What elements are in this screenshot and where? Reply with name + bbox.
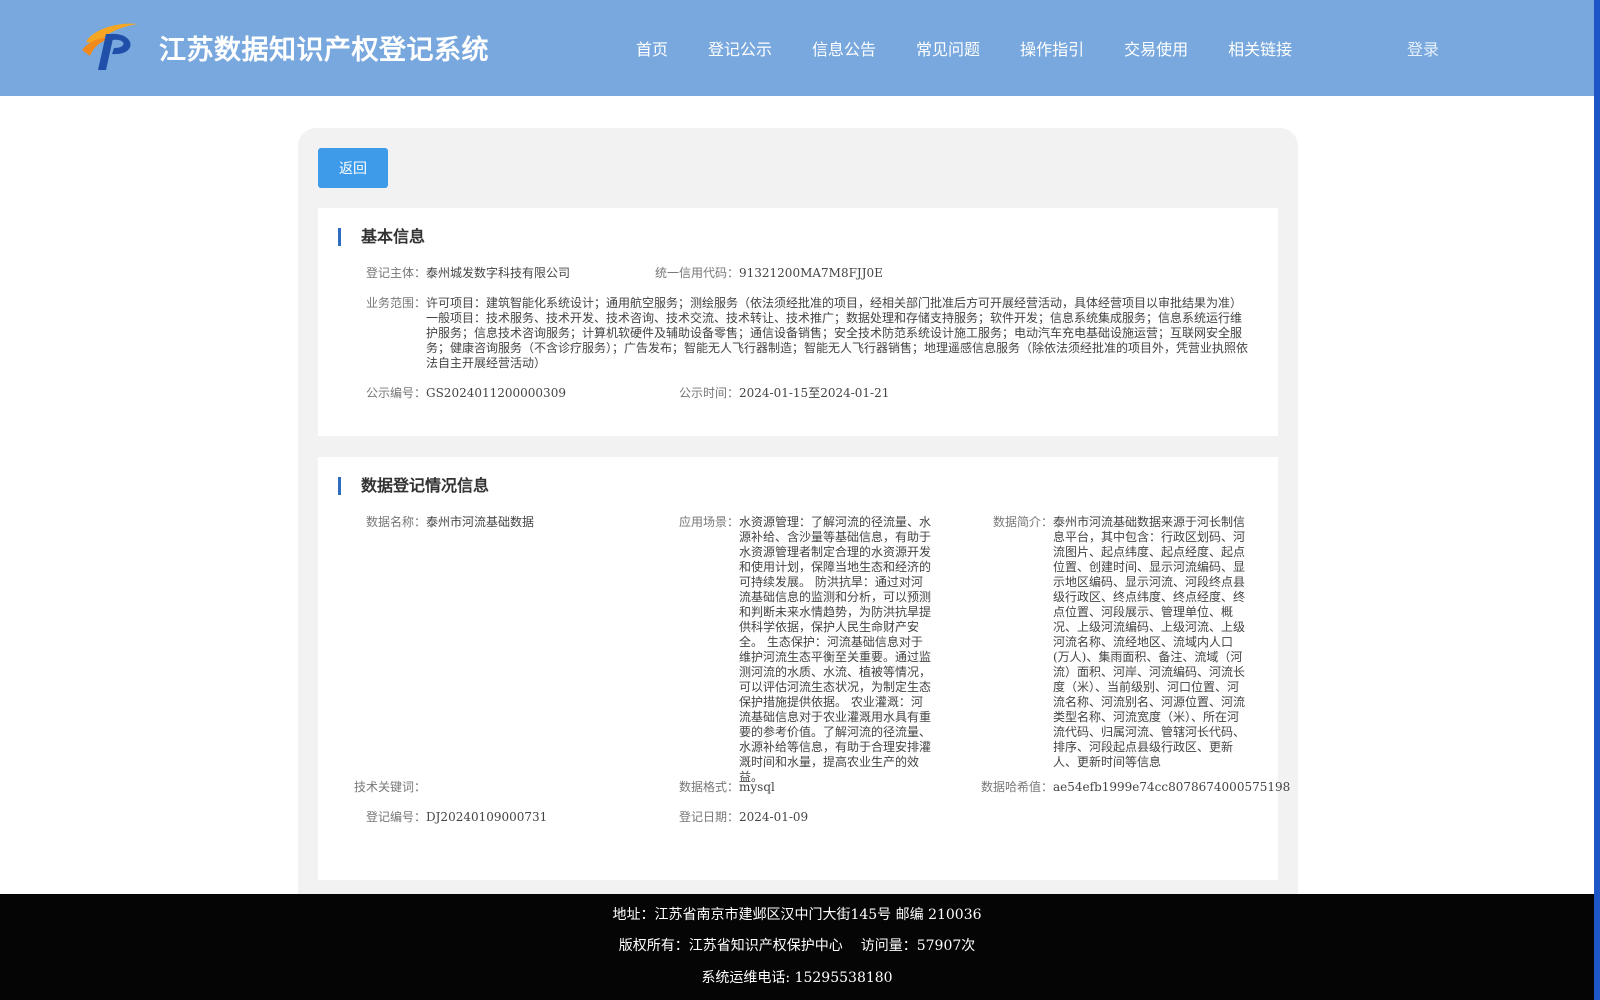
field-label: 公示编号： (365, 386, 426, 400)
site-header: 江苏数据知识产权登记系统 首页 登记公示 信息公告 常见问题 操作指引 交易使用… (0, 0, 1594, 96)
field-value: 水资源管理：了解河流的径流量、水源补给、含沙量等基础信息，有助于水资源管理者制定… (739, 515, 932, 784)
back-button[interactable]: 返回 (318, 148, 388, 188)
nav-guide[interactable]: 操作指引 (1020, 36, 1084, 60)
nav-home[interactable]: 首页 (636, 36, 668, 60)
nav-registration-publicity[interactable]: 登记公示 (708, 36, 772, 60)
nav-faq[interactable]: 常见问题 (916, 36, 980, 60)
field-value: GS2024011200000309 (426, 386, 566, 400)
field-value: mysql (739, 780, 775, 794)
field-label: 应用场景： (678, 515, 739, 529)
field-value: 2024-01-15至2024-01-21 (739, 386, 890, 400)
site-footer: 地址：江苏省南京市建邺区汉中门大街145号 邮编 210036 版权所有：江苏省… (0, 894, 1594, 1000)
nav-links[interactable]: 相关链接 (1228, 36, 1292, 60)
field-label: 技术关键词： (353, 780, 426, 794)
main-nav: 首页 登记公示 信息公告 常见问题 操作指引 交易使用 相关链接 (636, 36, 1332, 60)
field-value: 泰州市河流基础数据来源于河长制信息平台，其中包含：行政区划码、河流图片、起点纬度… (1053, 515, 1246, 769)
field-value: 泰州市河流基础数据 (426, 515, 535, 529)
field-value: DJ20240109000731 (426, 810, 548, 824)
footer-phone: 系统运维电话: 15295538180 (701, 970, 893, 986)
field-label: 数据名称： (365, 515, 426, 529)
field-label: 数据简介： (992, 515, 1053, 529)
login-link[interactable]: 登录 (1407, 36, 1439, 60)
logo-icon[interactable] (80, 20, 140, 72)
field-label: 公示时间： (678, 386, 739, 400)
footer-copyright-line: 版权所有：江苏省知识产权保护中心 访问量：57907次 (0, 935, 1594, 955)
field-label: 登记主体： (365, 266, 426, 280)
field-value: 91321200MA7M8FJJ0E (739, 266, 883, 280)
section-title: 数据登记情况信息 (338, 477, 489, 495)
data-registration-section: 数据登记情况信息 数据名称： 泰州市河流基础数据 应用场景： 水资源管理：了解河… (318, 457, 1290, 880)
nav-announcements[interactable]: 信息公告 (812, 36, 876, 60)
field-value: 许可项目：建筑智能化系统设计；通用航空服务；测绘服务（依法须经批准的项目，经相关… (426, 296, 1249, 370)
field-label: 登记编号： (365, 810, 426, 824)
nav-trading[interactable]: 交易使用 (1124, 36, 1188, 60)
footer-address: 地址：江苏省南京市建邺区汉中门大街145号 邮编 210036 (612, 907, 982, 923)
field-label: 数据哈希值： (980, 780, 1053, 794)
footer-copyright: 版权所有：江苏省知识产权保护中心 (618, 938, 843, 954)
site-title: 江苏数据知识产权登记系统 (159, 35, 489, 66)
footer-visit-count: 访问量：57907次 (860, 938, 976, 954)
field-label: 业务范围： (365, 296, 426, 310)
field-label: 数据格式： (678, 780, 739, 794)
detail-card: 返回 基本信息 登记主体： 泰州城发数字科技有限公司 统一信用代码： 91321… (298, 128, 1298, 918)
section-title: 基本信息 (338, 228, 425, 246)
field-value: 2024-01-09 (739, 810, 809, 824)
field-value: 泰州城发数字科技有限公司 (426, 266, 571, 280)
field-value: ae54efb1999e74cc8078674000575198 (1053, 780, 1291, 794)
field-label: 登记日期： (678, 810, 739, 824)
basic-info-section: 基本信息 登记主体： 泰州城发数字科技有限公司 统一信用代码： 91321200… (318, 208, 1278, 436)
field-label: 统一信用代码： (654, 266, 739, 280)
scrollbar[interactable] (1594, 0, 1600, 1000)
